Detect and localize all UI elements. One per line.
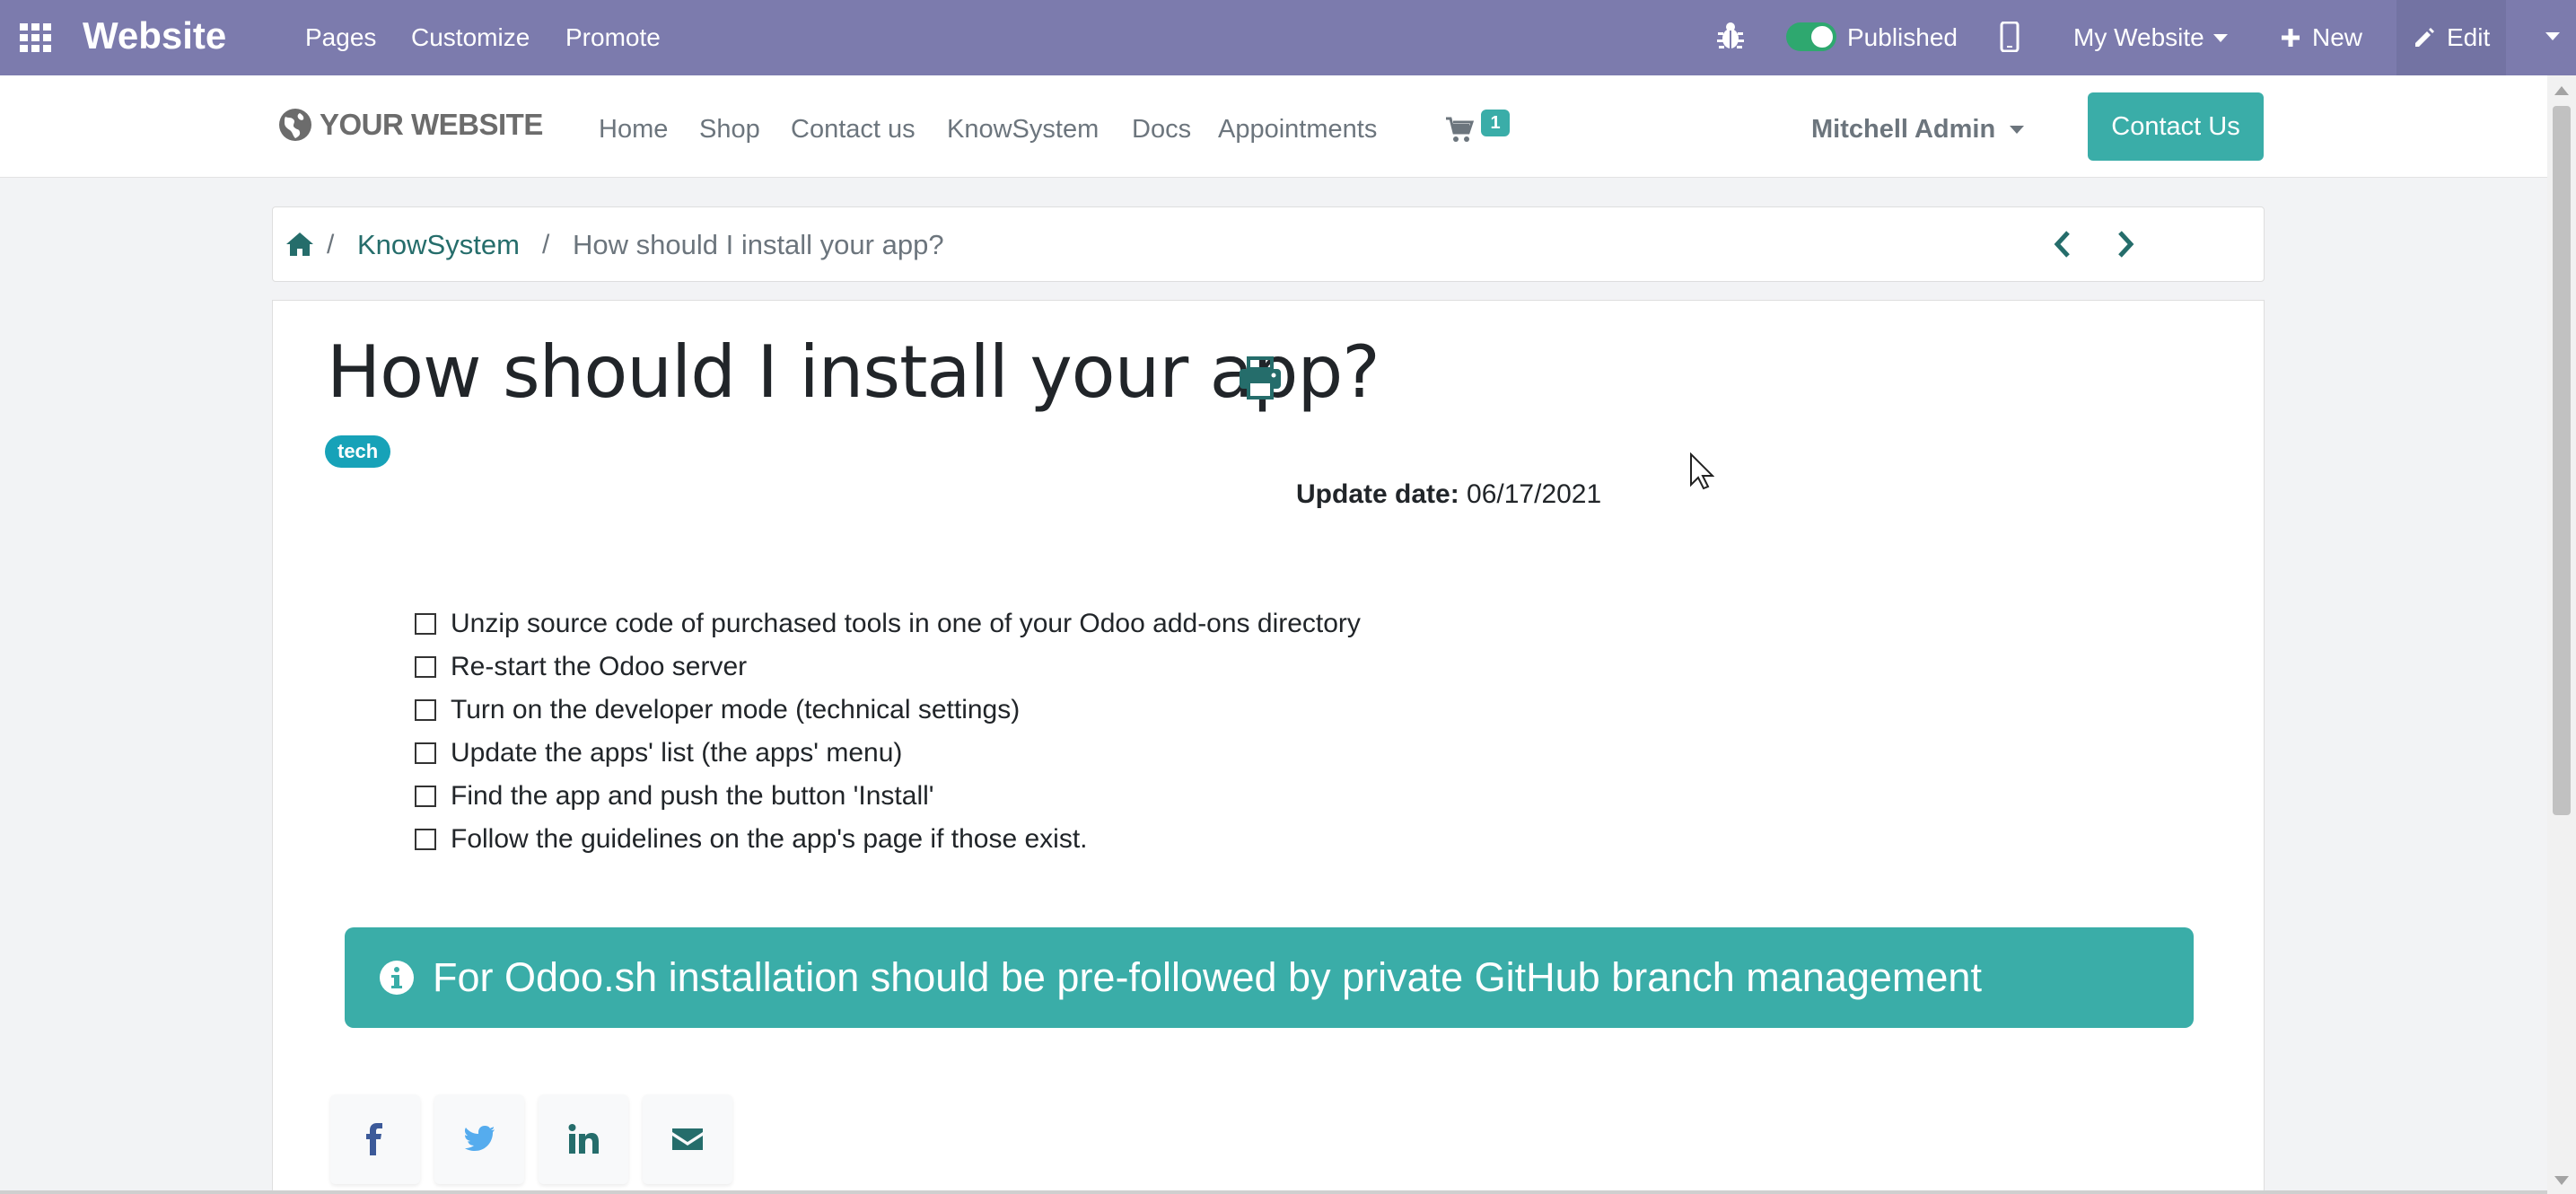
site-header: YOUR WEBSITE Home Shop Contact us KnowSy… [0,75,2547,178]
user-menu[interactable]: Mitchell Admin [1811,111,2025,147]
bottom-divider [0,1190,2547,1194]
user-name: Mitchell Admin [1811,115,1996,144]
checklist-item: Re-start the Odoo server [415,645,1361,689]
published-label[interactable]: Published [1847,20,1958,56]
checklist-item: Follow the guidelines on the app's page … [415,818,1361,861]
share-twitter-button[interactable] [434,1094,524,1184]
checklist-item-text: Find the app and push the button 'Instal… [451,781,934,811]
checkbox[interactable] [415,786,436,807]
cart-link[interactable]: 1 [1445,110,1517,154]
admin-bar: Website Pages Customize Promote Publishe… [0,0,2576,75]
breadcrumb-separator: / [542,230,550,259]
alert-text: For Odoo.sh installation should be pre-f… [433,954,1982,1000]
checklist-item-text: Turn on the developer mode (technical se… [451,695,1021,724]
chevron-right-icon[interactable] [2115,229,2136,259]
chevron-down-icon [2010,125,2025,134]
checklist-item-text: Follow the guidelines on the app's page … [451,824,1088,854]
linkedin-icon [568,1124,599,1154]
site-nav-docs[interactable]: Docs [1132,111,1191,147]
pencil-icon [2415,28,2434,47]
checkbox[interactable] [415,742,436,764]
checklist-item: Find the app and push the button 'Instal… [415,775,1361,818]
checkbox[interactable] [415,699,436,721]
article-card: How should I install your app? tech Upda… [272,300,2265,1194]
site-logo[interactable]: YOUR WEBSITE [276,106,543,144]
globe-icon [279,109,311,141]
breadcrumb-knowsystem[interactable]: KnowSystem [357,229,520,261]
breadcrumb-current: How should I install your app? [573,229,944,260]
checkbox[interactable] [415,829,436,850]
home-icon[interactable] [285,231,314,258]
scroll-down-arrow-icon[interactable] [2554,1176,2569,1185]
apps-grid-icon[interactable] [18,20,54,56]
admin-brand[interactable]: Website [83,13,226,59]
chevron-left-icon[interactable] [2052,229,2073,259]
mouse-cursor-icon [1690,452,1714,490]
checkbox[interactable] [415,613,436,635]
scroll-up-arrow-icon[interactable] [2554,86,2569,95]
checklist-item-text: Re-start the Odoo server [451,652,748,681]
website-selector[interactable]: My Website [2073,20,2228,56]
update-date: Update date: 06/17/2021 [1296,477,1601,513]
checkbox[interactable] [415,656,436,678]
cart-count-badge: 1 [1481,110,1510,136]
checklist-item: Update the apps' list (the apps' menu) [415,732,1361,775]
plus-icon [2282,29,2300,47]
breadcrumb: / KnowSystem / How should I install your… [272,206,2265,282]
new-label: New [2312,23,2363,51]
website-selector-label: My Website [2073,23,2204,51]
checklist-item: Unzip source code of purchased tools in … [415,602,1361,645]
page-scrollbar[interactable] [2547,75,2576,1194]
more-options-chevron-icon[interactable] [2545,32,2560,40]
mobile-preview-icon[interactable] [2000,22,2020,52]
scroll-thumb[interactable] [2553,106,2571,815]
site-nav-knowsystem[interactable]: KnowSystem [947,111,1099,147]
debug-bug-icon[interactable] [1716,20,1745,52]
checklist-item-text: Unzip source code of purchased tools in … [451,609,1361,638]
info-circle-icon [380,961,414,995]
update-date-label: Update date: [1296,479,1459,509]
admin-nav-pages[interactable]: Pages [305,20,376,56]
chevron-down-icon [2212,33,2228,42]
edit-label: Edit [2447,23,2491,51]
logo-text: YOUR WEBSITE [320,108,543,141]
checklist-item-text: Update the apps' list (the apps' menu) [451,738,903,768]
update-date-value: 06/17/2021 [1467,479,1602,509]
shopping-cart-icon [1446,117,1474,142]
edit-button[interactable]: Edit [2396,0,2507,75]
site-nav-appointments[interactable]: Appointments [1218,111,1377,147]
install-checklist: Unzip source code of purchased tools in … [415,602,1361,861]
breadcrumb-separator: / [327,230,335,259]
tag-badge[interactable]: tech [325,435,391,468]
published-toggle[interactable] [1786,22,1836,51]
share-linkedin-button[interactable] [539,1094,628,1184]
email-icon [672,1128,703,1150]
twitter-icon [464,1126,495,1151]
site-nav-contact[interactable]: Contact us [791,111,916,147]
print-icon[interactable] [1238,356,1283,399]
contact-us-button[interactable]: Contact Us [2088,92,2264,161]
facebook-icon [366,1123,382,1155]
site-nav-home[interactable]: Home [599,111,668,147]
new-button[interactable]: New [2280,20,2362,56]
share-email-button[interactable] [643,1094,732,1184]
admin-nav-customize[interactable]: Customize [411,20,530,56]
article-title: How should I install your app? [327,330,1380,414]
info-alert: For Odoo.sh installation should be pre-f… [345,927,2194,1028]
checklist-item: Turn on the developer mode (technical se… [415,689,1361,732]
site-nav-shop[interactable]: Shop [699,111,760,147]
share-facebook-button[interactable] [330,1094,420,1184]
toggle-knob [1811,26,1833,48]
admin-nav-promote[interactable]: Promote [565,20,661,56]
